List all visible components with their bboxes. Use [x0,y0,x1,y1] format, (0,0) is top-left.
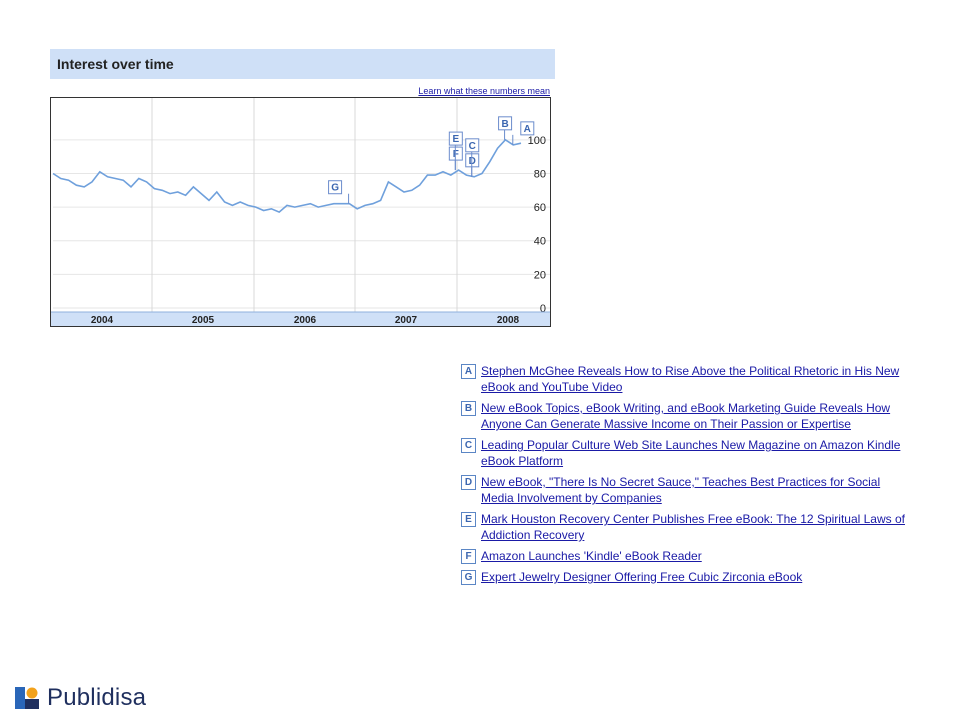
y-tick-label: 100 [528,135,546,147]
annotation-letter: E [452,134,459,145]
publidisa-logo-icon [15,687,39,709]
y-tick-label: 60 [534,202,546,214]
publidisa-logo: Publidisa [13,683,146,713]
news-item: G Expert Jewelry Designer Offering Free C… [461,569,911,585]
news-link[interactable]: Stephen McGhee Reveals How to Rise Above… [481,363,911,395]
y-tick-label: 20 [534,269,546,281]
news-item: B New eBook Topics, eBook Writing, and eB… [461,400,911,432]
news-letter-badge: F [461,549,476,564]
news-item: D New eBook, "There Is No Secret Sauce," … [461,474,911,506]
news-link[interactable]: New eBook Topics, eBook Writing, and eBo… [481,400,911,432]
news-link[interactable]: Mark Houston Recovery Center Publishes F… [481,511,911,543]
interest-chart: 020406080100GFEDCBA20042005200620072008 [50,97,551,327]
news-list: A Stephen McGhee Reveals How to Rise Abov… [461,363,911,590]
news-letter-badge: A [461,364,476,379]
x-tick-label: 2005 [192,315,215,326]
chart-header: Interest over time [50,49,555,79]
news-item: C Leading Popular Culture Web Site Launch… [461,437,911,469]
news-link[interactable]: Amazon Launches 'Kindle' eBook Reader [481,548,702,564]
annotation-letter: B [501,119,508,130]
annotation-letter: G [331,183,339,194]
annotation-letter: A [524,124,531,135]
news-link[interactable]: Leading Popular Culture Web Site Launche… [481,437,911,469]
x-tick-label: 2008 [497,315,520,326]
learn-numbers-link[interactable]: Learn what these numbers mean [418,86,550,96]
x-tick-label: 2007 [395,315,418,326]
news-link[interactable]: New eBook, "There Is No Secret Sauce," T… [481,474,911,506]
news-letter-badge: D [461,475,476,490]
y-tick-label: 80 [534,168,546,180]
x-tick-label: 2004 [91,315,114,326]
news-item: A Stephen McGhee Reveals How to Rise Abov… [461,363,911,395]
news-letter-badge: C [461,438,476,453]
news-letter-badge: E [461,512,476,527]
news-letter-badge: B [461,401,476,416]
interest-chart-svg: 020406080100GFEDCBA20042005200620072008 [51,98,550,326]
chart-title: Interest over time [57,56,174,72]
news-letter-badge: G [461,570,476,585]
news-item: F Amazon Launches 'Kindle' eBook Reader [461,548,911,564]
x-tick-label: 2006 [294,315,317,326]
annotation-letter: C [469,141,476,152]
news-link[interactable]: Expert Jewelry Designer Offering Free Cu… [481,569,802,585]
logo-text: Publidisa [47,684,147,711]
y-tick-label: 40 [534,236,546,248]
news-item: E Mark Houston Recovery Center Publishes … [461,511,911,543]
